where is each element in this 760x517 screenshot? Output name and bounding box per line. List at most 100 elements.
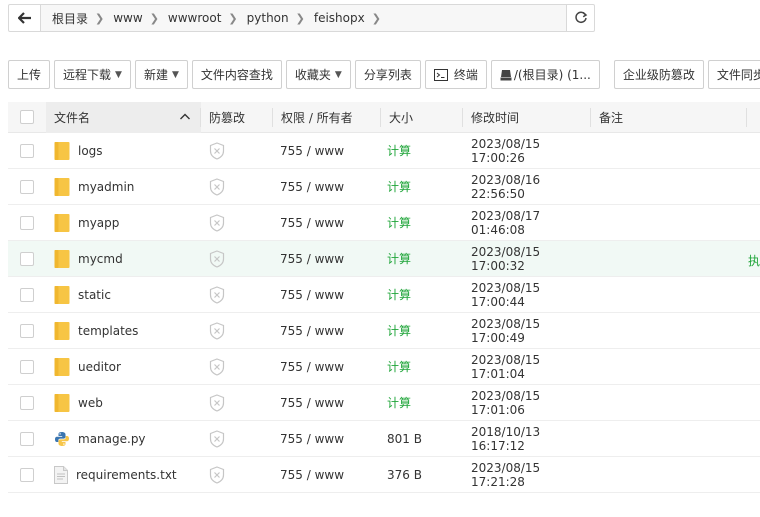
permission-cell[interactable]: 755 / www xyxy=(273,385,381,421)
permission-cell[interactable]: 755 / www xyxy=(273,277,381,313)
permission-text[interactable]: 755 / www xyxy=(280,396,344,410)
permission-text[interactable]: 755 / www xyxy=(280,180,344,194)
note-cell[interactable] xyxy=(591,421,747,457)
refresh-button[interactable] xyxy=(566,5,594,31)
size-text[interactable]: 计算 xyxy=(387,286,411,303)
tamper-guard-cell[interactable] xyxy=(201,277,273,313)
file-name-cell[interactable]: ueditor xyxy=(46,349,201,385)
file-name-cell[interactable]: manage.py xyxy=(46,421,201,457)
row-checkbox[interactable] xyxy=(20,323,34,338)
permission-cell[interactable]: 755 / www xyxy=(273,205,381,241)
table-row[interactable]: ueditor 755 / www 计算 2023/08/15 17:01:04 xyxy=(8,349,760,385)
note-cell[interactable] xyxy=(591,457,747,493)
table-row[interactable]: requirements.txt 755 / www 376 B 2023/08/15… xyxy=(8,457,760,493)
permission-cell[interactable]: 755 / www xyxy=(273,169,381,205)
file-name[interactable]: manage.py xyxy=(78,432,146,446)
breadcrumb-item[interactable]: wwwroot ❯ xyxy=(163,11,242,25)
note-cell[interactable] xyxy=(591,385,747,421)
size-text[interactable]: 计算 xyxy=(387,178,411,195)
file-name-cell[interactable]: mycmd xyxy=(46,241,201,277)
permission-cell[interactable]: 755 / www xyxy=(273,133,381,169)
column-header-mtime[interactable]: 修改时间 xyxy=(463,102,591,133)
file-name[interactable]: myapp xyxy=(78,216,119,230)
table-row[interactable]: templates 755 / www 计算 2023/08/15 17:00:49 xyxy=(8,313,760,349)
breadcrumb-item[interactable]: www ❯ xyxy=(108,11,163,25)
size-text[interactable]: 计算 xyxy=(387,142,411,159)
tamper-guard-cell[interactable] xyxy=(201,241,273,277)
row-checkbox[interactable] xyxy=(20,215,34,230)
row-checkbox[interactable] xyxy=(20,287,34,302)
permission-text[interactable]: 755 / www xyxy=(280,288,344,302)
size-text[interactable]: 计算 xyxy=(387,394,411,411)
column-header-guard[interactable]: 防篡改 xyxy=(201,102,273,133)
permission-text[interactable]: 755 / www xyxy=(280,432,344,446)
tamper-guard-cell[interactable] xyxy=(201,133,273,169)
column-header-name[interactable]: 文件名 xyxy=(46,101,201,133)
select-all-checkbox[interactable] xyxy=(20,110,34,124)
breadcrumb-item[interactable]: 根目录 ❯ xyxy=(47,10,108,27)
permission-text[interactable]: 755 / www xyxy=(280,360,344,374)
column-header-perm[interactable]: 权限 / 所有者 xyxy=(273,102,381,133)
favorites-button[interactable]: 收藏夹 ▼ xyxy=(285,60,351,89)
tamper-guard-cell[interactable] xyxy=(201,313,273,349)
permission-text[interactable]: 755 / www xyxy=(280,252,344,266)
row-checkbox[interactable] xyxy=(20,431,34,446)
file-sync-button[interactable]: 文件同步 xyxy=(707,60,760,89)
permission-text[interactable]: 755 / www xyxy=(280,468,344,482)
tamper-guard-cell[interactable] xyxy=(201,349,273,385)
note-cell[interactable] xyxy=(591,277,747,313)
tamper-guard-cell[interactable] xyxy=(201,205,273,241)
size-text[interactable]: 计算 xyxy=(387,322,411,339)
permission-cell[interactable]: 755 / www xyxy=(273,313,381,349)
row-action-link[interactable]: 执 xyxy=(748,252,760,269)
file-name-cell[interactable]: web xyxy=(46,385,201,421)
file-name[interactable]: ueditor xyxy=(78,360,121,374)
note-cell[interactable] xyxy=(591,205,747,241)
note-cell[interactable] xyxy=(591,241,747,277)
new-button[interactable]: 新建 ▼ xyxy=(134,60,188,89)
table-row[interactable]: manage.py 755 / www 801 B 2018/10/13 16:17:… xyxy=(8,421,760,457)
tamper-guard-cell[interactable] xyxy=(201,421,273,457)
row-checkbox[interactable] xyxy=(20,251,34,266)
table-row[interactable]: static 755 / www 计算 2023/08/15 17:00:44 xyxy=(8,277,760,313)
file-name-cell[interactable]: templates xyxy=(46,313,201,349)
permission-text[interactable]: 755 / www xyxy=(280,144,344,158)
tamper-guard-cell[interactable] xyxy=(201,385,273,421)
tamper-proof-button[interactable]: 企业级防篡改 xyxy=(613,60,704,89)
table-row[interactable]: web 755 / www 计算 2023/08/15 17:01:06 xyxy=(8,385,760,421)
breadcrumb-item[interactable]: feishopx ❯ xyxy=(309,11,385,25)
permission-text[interactable]: 755 / www xyxy=(280,324,344,338)
file-name[interactable]: templates xyxy=(78,324,138,338)
table-row[interactable]: myapp 755 / www 计算 2023/08/17 01:46:08 xyxy=(8,205,760,241)
remote-download-button[interactable]: 远程下载 ▼ xyxy=(54,60,131,89)
permission-text[interactable]: 755 / www xyxy=(280,216,344,230)
column-header-size[interactable]: 大小 xyxy=(381,102,463,133)
file-name-cell[interactable]: logs xyxy=(46,133,201,169)
row-checkbox[interactable] xyxy=(20,143,34,158)
file-name-cell[interactable]: myadmin xyxy=(46,169,201,205)
note-cell[interactable] xyxy=(591,349,747,385)
note-cell[interactable] xyxy=(591,169,747,205)
permission-cell[interactable]: 755 / www xyxy=(273,421,381,457)
table-row[interactable]: logs 755 / www 计算 2023/08/15 17:00:26 xyxy=(8,133,760,169)
row-checkbox[interactable] xyxy=(20,395,34,410)
note-cell[interactable] xyxy=(591,313,747,349)
note-cell[interactable] xyxy=(591,133,747,169)
terminal-button[interactable]: 终端 xyxy=(424,60,487,89)
breadcrumb-item[interactable]: python ❯ xyxy=(242,11,309,25)
upload-button[interactable]: 上传 xyxy=(8,60,51,89)
file-name[interactable]: requirements.txt xyxy=(76,468,177,482)
column-header-note[interactable]: 备注 xyxy=(591,102,747,133)
permission-cell[interactable]: 755 / www xyxy=(273,349,381,385)
permission-cell[interactable]: 755 / www xyxy=(273,457,381,493)
file-name-cell[interactable]: requirements.txt xyxy=(46,457,201,493)
file-name[interactable]: mycmd xyxy=(78,252,123,266)
disk-button[interactable]: /(根目录) (1... xyxy=(490,60,600,89)
file-name-cell[interactable]: static xyxy=(46,277,201,313)
row-checkbox[interactable] xyxy=(20,179,34,194)
tamper-guard-cell[interactable] xyxy=(201,169,273,205)
file-name[interactable]: web xyxy=(78,396,103,410)
size-text[interactable]: 计算 xyxy=(387,214,411,231)
size-text[interactable]: 计算 xyxy=(387,358,411,375)
file-name[interactable]: logs xyxy=(78,144,103,158)
